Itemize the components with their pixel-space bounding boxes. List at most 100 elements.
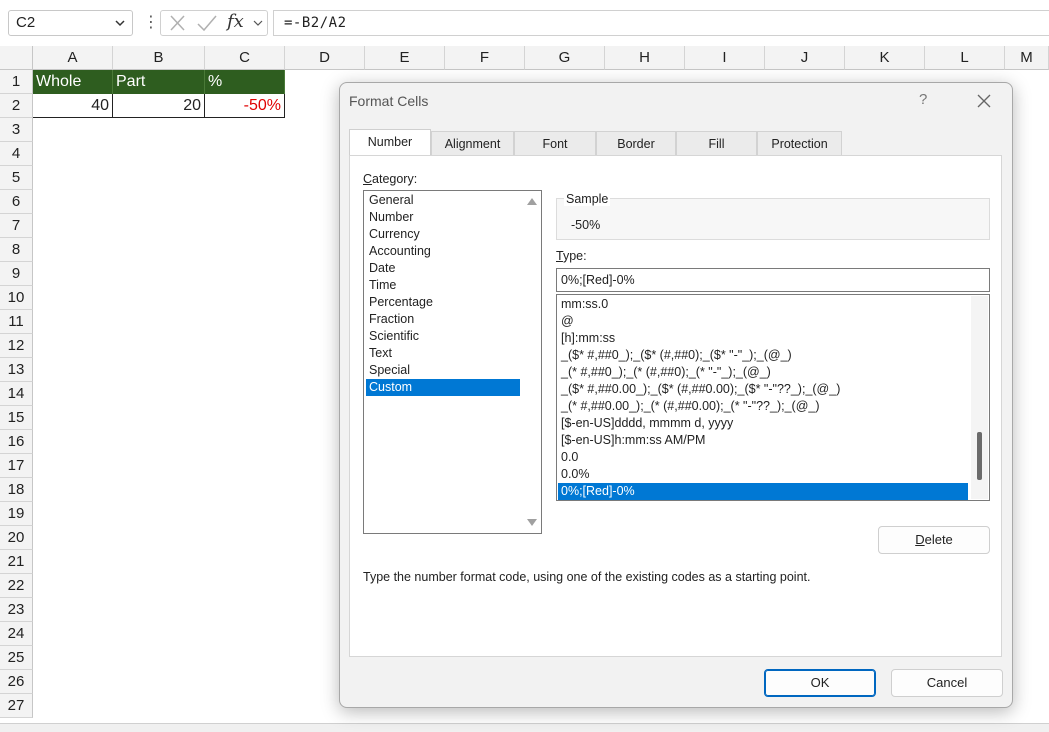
row-header-13[interactable]: 13 — [0, 358, 33, 382]
cell-c1[interactable]: % — [205, 70, 285, 94]
type-input[interactable]: 0%;[Red]-0% — [556, 268, 990, 292]
close-icon — [977, 94, 991, 108]
tab-alignment[interactable]: Alignment — [431, 131, 514, 155]
category-scrollbar[interactable] — [523, 192, 540, 532]
cell-a1[interactable]: Whole — [33, 70, 113, 94]
format-code-item[interactable]: _($* #,##0.00_);_($* (#,##0.00);_($* "-"… — [558, 381, 968, 398]
enter-check-icon[interactable] — [195, 11, 219, 35]
row-header-14[interactable]: 14 — [0, 382, 33, 406]
category-item-accounting[interactable]: Accounting — [366, 243, 520, 260]
column-header-j[interactable]: J — [765, 46, 845, 70]
column-header-k[interactable]: K — [845, 46, 925, 70]
column-header-b[interactable]: B — [113, 46, 205, 70]
row-header-4[interactable]: 4 — [0, 142, 33, 166]
format-code-list[interactable]: mm:ss.0 @ [h]:mm:ss _($* #,##0_);_($* (#… — [556, 294, 990, 501]
row-header-18[interactable]: 18 — [0, 478, 33, 502]
format-code-item[interactable]: [h]:mm:ss — [558, 330, 968, 347]
category-item-percentage[interactable]: Percentage — [366, 294, 520, 311]
column-header-f[interactable]: F — [445, 46, 525, 70]
row-header-5[interactable]: 5 — [0, 166, 33, 190]
help-button[interactable]: ? — [919, 91, 927, 108]
row-header-3[interactable]: 3 — [0, 118, 33, 142]
format-code-item[interactable]: _(* #,##0.00_);_(* (#,##0.00);_(* "-"??_… — [558, 398, 968, 415]
format-code-item[interactable]: mm:ss.0 — [558, 296, 968, 313]
row-header-8[interactable]: 8 — [0, 238, 33, 262]
delete-button[interactable]: Delete — [878, 526, 990, 554]
row-header-23[interactable]: 23 — [0, 598, 33, 622]
chevron-down-icon[interactable] — [251, 11, 265, 35]
row-header-17[interactable]: 17 — [0, 454, 33, 478]
row-header-1[interactable]: 1 — [0, 70, 33, 94]
row-header-24[interactable]: 24 — [0, 622, 33, 646]
row-header-20[interactable]: 20 — [0, 526, 33, 550]
format-code-item[interactable]: @ — [558, 313, 968, 330]
row-header-21[interactable]: 21 — [0, 550, 33, 574]
cell-b2[interactable]: 20 — [113, 94, 205, 118]
more-options-icon[interactable]: ⋮ — [143, 13, 159, 33]
category-item-time[interactable]: Time — [366, 277, 520, 294]
scroll-down-icon[interactable] — [527, 519, 537, 526]
format-code-item[interactable]: _($* #,##0_);_($* (#,##0);_($* "-"_);_(@… — [558, 347, 968, 364]
category-item-date[interactable]: Date — [366, 260, 520, 277]
column-header-c[interactable]: C — [205, 46, 285, 70]
scroll-thumb[interactable] — [977, 432, 982, 480]
category-item-fraction[interactable]: Fraction — [366, 311, 520, 328]
row-header-22[interactable]: 22 — [0, 574, 33, 598]
insert-function-icon[interactable]: fx — [227, 11, 244, 33]
cell-b1[interactable]: Part — [113, 70, 205, 94]
row-header-11[interactable]: 11 — [0, 310, 33, 334]
name-box[interactable]: C2 — [8, 10, 133, 36]
row-header-12[interactable]: 12 — [0, 334, 33, 358]
column-header-e[interactable]: E — [365, 46, 445, 70]
format-code-item[interactable]: 0.0% — [558, 466, 968, 483]
tab-border[interactable]: Border — [596, 131, 676, 155]
column-header-d[interactable]: D — [285, 46, 365, 70]
column-header-a[interactable]: A — [33, 46, 113, 70]
tab-protection[interactable]: Protection — [757, 131, 842, 155]
row-header-26[interactable]: 26 — [0, 670, 33, 694]
row-header-16[interactable]: 16 — [0, 430, 33, 454]
category-item-text[interactable]: Text — [366, 345, 520, 362]
category-list[interactable]: General Number Currency Accounting Date … — [363, 190, 542, 534]
ok-button[interactable]: OK — [764, 669, 876, 697]
tab-font[interactable]: Font — [514, 131, 596, 155]
column-header-g[interactable]: G — [525, 46, 605, 70]
row-header-19[interactable]: 19 — [0, 502, 33, 526]
row-header-27[interactable]: 27 — [0, 694, 33, 718]
category-item-currency[interactable]: Currency — [366, 226, 520, 243]
category-item-special[interactable]: Special — [366, 362, 520, 379]
formula-input[interactable]: =-B2/A2 — [273, 10, 1049, 36]
select-all-corner[interactable] — [0, 46, 33, 70]
format-code-item[interactable]: _(* #,##0_);_(* (#,##0);_(* "-"_);_(@_) — [558, 364, 968, 381]
row-header-6[interactable]: 6 — [0, 190, 33, 214]
close-button[interactable] — [974, 91, 994, 111]
column-header-i[interactable]: I — [685, 46, 765, 70]
tab-number[interactable]: Number — [349, 129, 431, 156]
row-header-7[interactable]: 7 — [0, 214, 33, 238]
category-item-custom[interactable]: Custom — [366, 379, 520, 396]
cell-c2[interactable]: -50% — [205, 94, 285, 118]
category-item-scientific[interactable]: Scientific — [366, 328, 520, 345]
row-header-10[interactable]: 10 — [0, 286, 33, 310]
chevron-down-icon[interactable] — [114, 11, 126, 43]
category-item-general[interactable]: General — [366, 192, 520, 209]
row-header-15[interactable]: 15 — [0, 406, 33, 430]
format-code-scrollbar[interactable] — [971, 296, 988, 499]
tab-fill[interactable]: Fill — [676, 131, 757, 155]
column-header-m[interactable]: M — [1005, 46, 1049, 70]
cancel-button[interactable]: Cancel — [891, 669, 1003, 697]
format-code-item-selected[interactable]: 0%;[Red]-0% — [558, 483, 968, 500]
cancel-icon[interactable] — [167, 11, 189, 35]
format-code-item[interactable]: 0.0 — [558, 449, 968, 466]
column-header-h[interactable]: H — [605, 46, 685, 70]
column-header-l[interactable]: L — [925, 46, 1005, 70]
row-header-25[interactable]: 25 — [0, 646, 33, 670]
format-code-item[interactable]: [$-en-US]dddd, mmmm d, yyyy — [558, 415, 968, 432]
row-header-2[interactable]: 2 — [0, 94, 33, 118]
scroll-up-icon[interactable] — [527, 198, 537, 205]
formula-bar: C2 ⋮ fx =-B2/A2 — [0, 0, 1049, 46]
format-code-item[interactable]: [$-en-US]h:mm:ss AM/PM — [558, 432, 968, 449]
cell-a2[interactable]: 40 — [33, 94, 113, 118]
row-header-9[interactable]: 9 — [0, 262, 33, 286]
category-item-number[interactable]: Number — [366, 209, 520, 226]
